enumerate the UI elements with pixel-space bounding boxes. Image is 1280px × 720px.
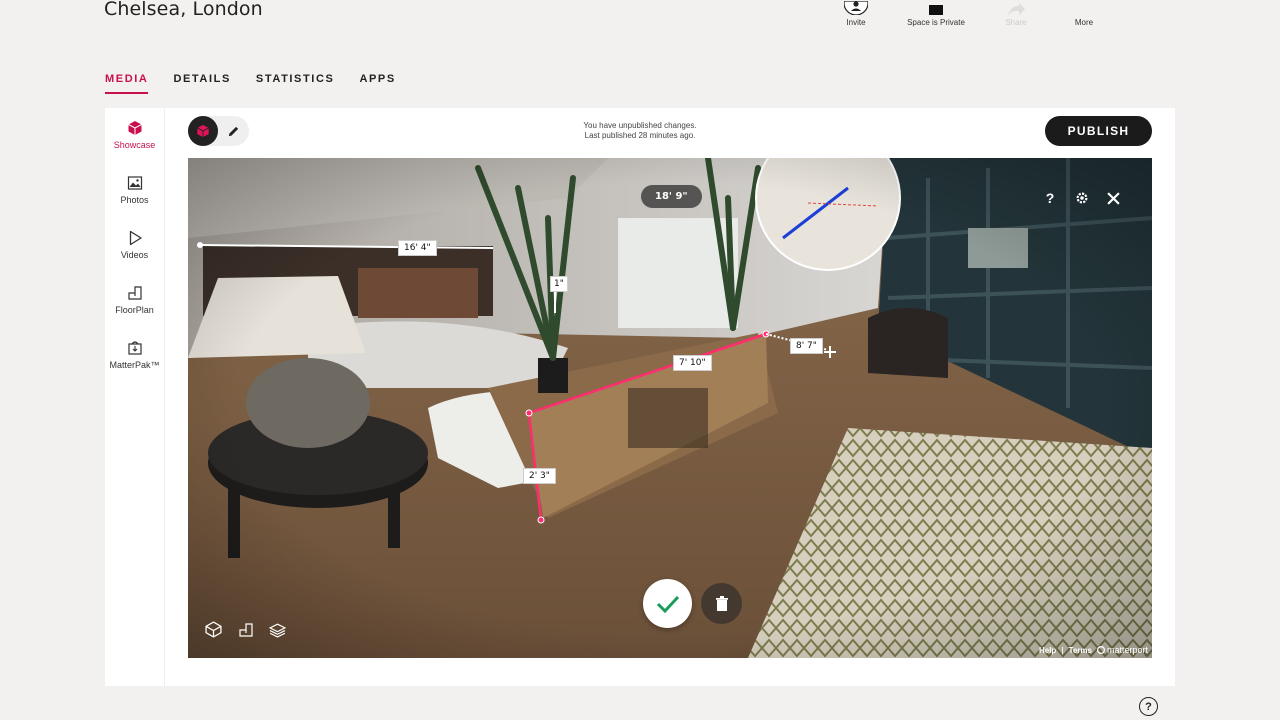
unpublished-notice: You have unpublished changes. [583,121,697,130]
settings-button[interactable] [1071,187,1093,209]
tab-details[interactable]: DETAILS [173,73,230,94]
share-label: Share [1005,18,1027,27]
media-sidebar: Showcase Photos Videos FloorPlan MatterP… [105,108,165,686]
floorplan-icon [127,286,142,300]
more-button[interactable]: More [1050,0,1118,27]
pencil-icon [228,126,238,136]
footer-separator: | [1061,645,1064,655]
person-icon [844,0,868,15]
main-tabs: MEDIA DETAILS STATISTICS APPS [105,73,396,94]
tab-apps[interactable]: APPS [359,73,395,94]
measure-label-plant[interactable]: 1" [550,276,568,292]
help-button[interactable]: ? [1039,187,1061,209]
tab-media[interactable]: MEDIA [105,73,149,94]
more-label: More [1074,18,1094,27]
edit-mode-button[interactable] [218,116,248,146]
measure-label-cabinet-length[interactable]: 7' 10" [673,355,712,371]
share-button[interactable]: Share [982,0,1050,27]
terms-link[interactable]: Terms [1069,646,1092,655]
sidebar-item-label: FloorPlan [115,305,154,315]
matterport-logo[interactable]: matterport [1096,645,1148,655]
total-measure-pill: 18' 9" [641,185,702,208]
publish-button[interactable]: PUBLISH [1045,116,1152,146]
sidebar-item-photos[interactable]: Photos [105,163,164,218]
view-mode-button[interactable] [188,116,218,146]
measure-label-floor-line[interactable]: 8' 7" [790,338,823,354]
gear-icon [1076,192,1088,204]
confirm-measurement-button[interactable] [643,579,692,628]
header-actions: Invite Space is Private Share More [822,0,1118,27]
trash-icon [715,595,728,611]
view-switcher [204,620,287,639]
floorplan-view-icon[interactable] [236,620,255,639]
space-title: Chelsea, London [104,0,263,20]
invite-label: Invite [846,18,866,27]
viewer-footer: Help | Terms matterport [1039,645,1148,655]
close-button[interactable] [1102,187,1124,209]
close-icon [1106,191,1120,205]
sidebar-item-showcase[interactable]: Showcase [105,108,164,163]
sidebar-item-videos[interactable]: Videos [105,218,164,273]
publish-status: You have unpublished changes. Last publi… [105,121,1175,141]
lock-icon [924,0,948,15]
sidebar-item-label: MatterPak™ [109,360,160,370]
sidebar-item-label: Photos [120,195,149,205]
measure-label-wall[interactable]: 16' 4" [398,240,437,256]
3d-viewer[interactable]: 18' 9" 16' 4" 1" 7' 10" 2' 3" 8' 7" ? He… [188,158,1152,658]
cube-icon [127,121,142,135]
dollhouse-view-icon[interactable] [204,620,223,639]
matterport-icon [1096,646,1105,654]
help-fab-button[interactable]: ? [1139,697,1158,716]
tab-statistics[interactable]: STATISTICS [256,73,335,94]
more-icon [1072,0,1096,15]
brand-name: matterport [1106,645,1148,655]
invite-button[interactable]: Invite [822,0,890,27]
play-icon [129,230,142,246]
last-published-time: Last published 28 minutes ago. [584,131,696,140]
sidebar-item-label: Videos [120,250,149,260]
image-icon [127,176,142,190]
measure-label-cabinet-height[interactable]: 2' 3" [523,468,556,484]
cube-icon [197,124,209,138]
privacy-label: Space is Private [907,18,965,27]
checkmark-icon [656,595,679,613]
package-icon [127,341,142,355]
privacy-button[interactable]: Space is Private [890,0,982,27]
delete-measurement-button[interactable] [701,583,742,624]
sidebar-item-floorplan[interactable]: FloorPlan [105,273,164,328]
media-panel: Showcase Photos Videos FloorPlan MatterP… [105,108,1175,686]
share-icon [1004,0,1028,15]
mode-switcher [188,116,249,146]
sidebar-item-matterpak[interactable]: MatterPak™ [105,328,164,383]
help-link[interactable]: Help [1039,646,1056,655]
floors-icon[interactable] [268,620,287,639]
sidebar-item-label: Showcase [113,140,156,150]
